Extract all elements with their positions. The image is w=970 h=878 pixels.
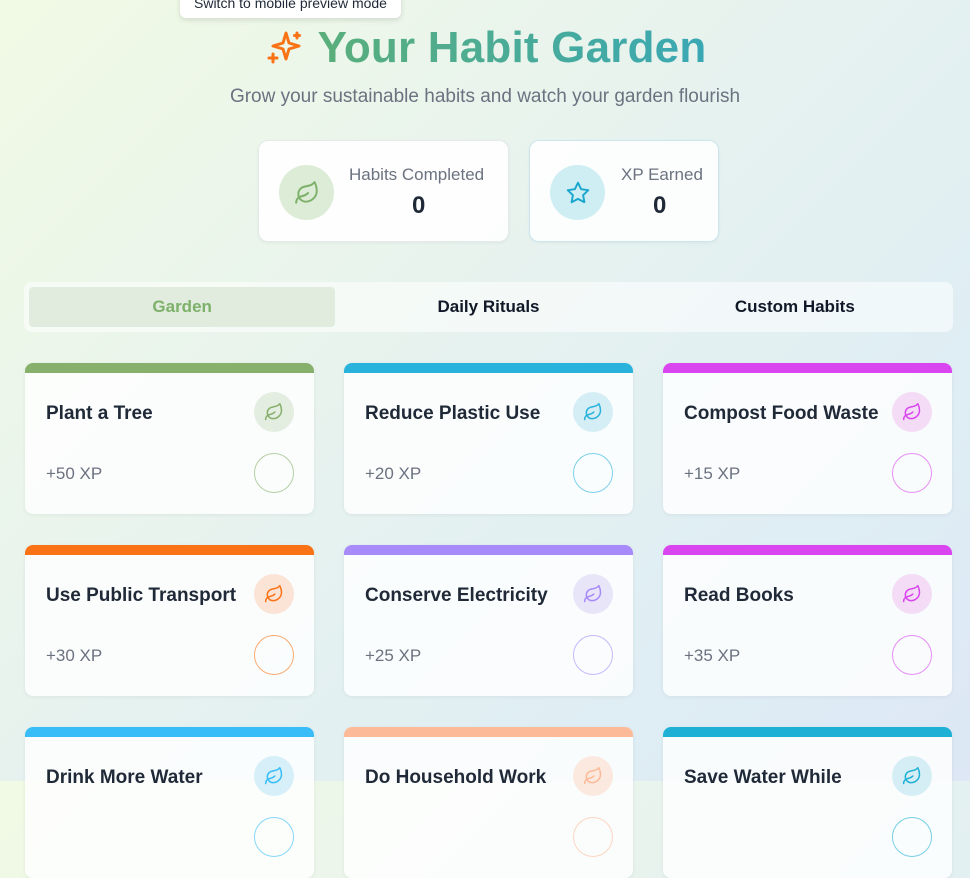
- tab-garden[interactable]: Garden: [29, 287, 336, 327]
- habit-xp: +35 XP: [684, 646, 741, 665]
- habits-completed-value: 0: [412, 192, 426, 219]
- mobile-preview-tooltip: Switch to mobile preview mode: [180, 0, 401, 18]
- complete-habit-button[interactable]: [573, 817, 613, 857]
- habit-icon-circle: [892, 392, 932, 432]
- habit-icon-circle: [892, 574, 932, 614]
- habit-name: Conserve Electricity: [365, 585, 548, 606]
- stat-icon-circle: [279, 165, 334, 220]
- habit-name: Drink More Water: [46, 767, 203, 788]
- habit-card: Read Books +35 XP: [663, 545, 952, 696]
- leaf-icon: [583, 766, 602, 785]
- habit-icon-circle: [892, 756, 932, 796]
- tab-daily-rituals[interactable]: Daily Rituals: [335, 287, 641, 327]
- habit-card: Do Household Work: [344, 727, 633, 878]
- habit-color-bar: [344, 363, 633, 373]
- complete-habit-button[interactable]: [892, 817, 932, 857]
- habit-xp: +20 XP: [365, 464, 422, 483]
- habit-color-bar: [25, 363, 314, 373]
- habits-completed-label: Habits Completed: [349, 165, 485, 184]
- xp-earned-label: XP Earned: [621, 165, 703, 184]
- complete-habit-button[interactable]: [892, 635, 932, 675]
- habit-name: Read Books: [684, 585, 794, 606]
- habit-icon-circle: [254, 392, 294, 432]
- habit-color-bar: [25, 545, 314, 555]
- complete-habit-button[interactable]: [573, 453, 613, 493]
- habit-name: Save Water While: [684, 767, 842, 788]
- habits-completed-stat: Habits Completed 0: [258, 140, 509, 242]
- leaf-icon: [902, 584, 921, 603]
- habit-card: Drink More Water: [25, 727, 314, 878]
- habit-card: Save Water While: [663, 727, 952, 878]
- habit-xp: +30 XP: [46, 646, 103, 665]
- habit-icon-circle: [573, 756, 613, 796]
- habit-name: Compost Food Waste: [684, 403, 879, 424]
- tab-bar: Garden Daily Rituals Custom Habits: [24, 282, 953, 332]
- leaf-icon: [583, 402, 602, 421]
- xp-earned-stat: XP Earned 0: [529, 140, 719, 242]
- habit-color-bar: [663, 363, 952, 373]
- page-title: Your Habit Garden: [317, 23, 707, 72]
- page-header: Your Habit Garden: [0, 22, 970, 74]
- habit-color-bar: [663, 727, 952, 737]
- stat-icon-circle: [550, 165, 605, 220]
- leaf-icon: [264, 402, 283, 421]
- leaf-icon: [902, 402, 921, 421]
- habit-icon-circle: [573, 574, 613, 614]
- habit-color-bar: [344, 727, 633, 737]
- leaf-icon: [583, 584, 602, 603]
- xp-earned-value: 0: [653, 192, 667, 219]
- complete-habit-button[interactable]: [254, 453, 294, 493]
- leaf-icon: [264, 584, 283, 603]
- star-icon: [566, 181, 589, 203]
- habit-icon-circle: [254, 756, 294, 796]
- complete-habit-button[interactable]: [892, 453, 932, 493]
- habit-name: Plant a Tree: [46, 403, 153, 424]
- habit-xp: +15 XP: [684, 464, 741, 483]
- complete-habit-button[interactable]: [573, 635, 613, 675]
- habit-card: Reduce Plastic Use +20 XP: [344, 363, 633, 514]
- habit-color-bar: [344, 545, 633, 555]
- habit-name: Do Household Work: [365, 767, 547, 788]
- tab-custom-habits[interactable]: Custom Habits: [642, 287, 948, 327]
- habit-icon-circle: [573, 392, 613, 432]
- leaf-icon: [902, 766, 921, 785]
- complete-habit-button[interactable]: [254, 817, 294, 857]
- leaf-icon: [264, 766, 283, 785]
- habit-xp: +25 XP: [365, 646, 422, 665]
- habit-xp: +50 XP: [46, 464, 103, 483]
- habit-name: Reduce Plastic Use: [365, 403, 541, 424]
- habit-card: Use Public Transport +30 XP: [25, 545, 314, 696]
- complete-habit-button[interactable]: [254, 635, 294, 675]
- sparkles-icon: [267, 31, 301, 64]
- habit-icon-circle: [254, 574, 294, 614]
- leaf-icon: [294, 180, 318, 204]
- habit-color-bar: [25, 727, 314, 737]
- habit-color-bar: [663, 545, 952, 555]
- habit-card: Plant a Tree +50 XP: [25, 363, 314, 514]
- page-subtitle: Grow your sustainable habits and watch y…: [229, 86, 741, 107]
- habit-name: Use Public Transport: [46, 585, 237, 606]
- habit-card: Compost Food Waste +15 XP: [663, 363, 952, 514]
- habit-card: Conserve Electricity +25 XP: [344, 545, 633, 696]
